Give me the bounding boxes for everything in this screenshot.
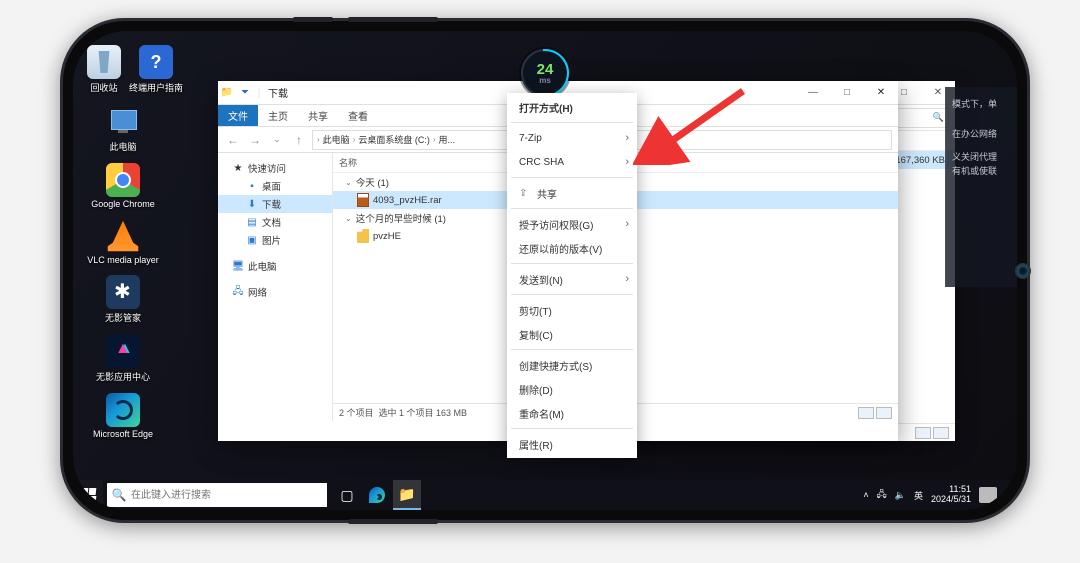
menu-open-with[interactable]: 打开方式(H) (507, 95, 637, 119)
up-button[interactable]: ↑ (290, 133, 308, 147)
star-icon: ★ (232, 162, 244, 174)
notification-icon[interactable] (979, 487, 997, 503)
taskbar-explorer-icon[interactable]: 📁 (393, 480, 421, 510)
clock[interactable]: 11:51 2024/5/31 (931, 485, 971, 505)
forward-button[interactable]: → (246, 133, 264, 147)
taskbar-search[interactable]: 🔍 (107, 483, 327, 507)
network-icon[interactable]: 🖧 (877, 487, 887, 503)
document-icon: ▤ (246, 216, 258, 228)
search-input[interactable] (131, 483, 327, 507)
menu-cut[interactable]: 剪切(T) (507, 298, 637, 322)
desktop-icon: ▪ (246, 180, 258, 192)
latency-indicator: 24 ms (521, 49, 569, 97)
sidebar-item-desktop[interactable]: ▪桌面 (218, 177, 332, 195)
phone-button (293, 17, 333, 22)
sidebar-item-pictures[interactable]: ▣图片 (218, 231, 332, 249)
side-banner: 模式下，单 在办公网络 义关闭代理 有机或使联 (945, 87, 1017, 287)
menu-create-shortcut[interactable]: 创建快捷方式(S) (507, 353, 637, 377)
network-icon: 🖧 (232, 286, 244, 298)
menu-grant-access[interactable]: 授予访问权限(G) (507, 212, 637, 236)
menu-delete[interactable]: 删除(D) (507, 377, 637, 401)
edge-icon[interactable]: Microsoft Edge (87, 393, 159, 439)
ime-indicator[interactable]: 英 (914, 489, 923, 502)
sidebar-item-downloads[interactable]: ⬇下载 (218, 195, 332, 213)
tab-view[interactable]: 查看 (338, 105, 378, 126)
menu-copy[interactable]: 复制(C) (507, 322, 637, 346)
minimize-button[interactable]: — (796, 81, 830, 105)
menu-properties[interactable]: 属性(R) (507, 432, 637, 456)
sidebar-this-pc[interactable]: 🖥此电脑 (218, 257, 332, 275)
terminal-guide-icon[interactable]: 终端用户指南 (129, 45, 183, 94)
wuying-appcenter-icon[interactable]: 无影应用中心 (87, 334, 159, 383)
menu-restore-prev[interactable]: 还原以前的版本(V) (507, 236, 637, 260)
back-button[interactable]: ← (224, 133, 242, 147)
view-details-icon[interactable] (915, 427, 931, 439)
menu-send-to[interactable]: 发送到(N) (507, 267, 637, 291)
quick-access-icon[interactable]: ⏷ (236, 87, 254, 98)
share-icon: ⇪ (519, 188, 533, 199)
recent-button[interactable]: ⌄ (268, 134, 286, 145)
window-controls: — □ ✕ (796, 81, 898, 105)
start-button[interactable] (73, 480, 103, 510)
close-button[interactable]: ✕ (864, 81, 898, 105)
taskbar[interactable]: 🔍 ▢ 📁 ˄ 🖧 🔈 英 11:51 2024/5/31 (73, 480, 1017, 510)
maximize-button[interactable]: □ (830, 81, 864, 105)
taskbar-edge-icon[interactable] (363, 481, 391, 509)
phone-camera (1015, 263, 1031, 279)
vlc-icon[interactable]: VLC media player (87, 219, 159, 265)
sidebar-item-documents[interactable]: ▤文档 (218, 213, 332, 231)
tab-share[interactable]: 共享 (298, 105, 338, 126)
tray-chevron-icon[interactable]: ˄ (863, 490, 868, 500)
folder-icon: 📁 (218, 87, 236, 98)
phone-frame: 回收站 终端用户指南 此电脑 Google Chrome VLC media p… (60, 18, 1030, 523)
search-icon: 🔍 (107, 488, 131, 502)
pc-icon: 🖥 (232, 260, 244, 272)
sidebar-network[interactable]: 🖧网络 (218, 283, 332, 301)
search-icon: 🔍 (933, 112, 944, 123)
wuying-admin-icon[interactable]: 无影管家 (87, 275, 159, 324)
context-menu[interactable]: 打开方式(H) 7-Zip CRC SHA ⇪共享 授予访问权限(G) 还原以前… (507, 93, 637, 458)
system-tray[interactable]: ˄ 🖧 🔈 英 11:51 2024/5/31 (863, 485, 1017, 505)
picture-icon: ▣ (246, 234, 258, 246)
view-details-icon[interactable] (858, 407, 874, 419)
window-title: 下载 (264, 85, 292, 100)
tab-home[interactable]: 主页 (258, 105, 298, 126)
tab-file[interactable]: 文件 (218, 105, 258, 126)
menu-rename[interactable]: 重命名(M) (507, 401, 637, 425)
sidebar-quick-access[interactable]: ★快速访问 (218, 159, 332, 177)
windows-icon (81, 488, 95, 502)
phone-button (348, 519, 438, 524)
this-pc-icon[interactable]: 此电脑 (87, 104, 159, 153)
remote-desktop[interactable]: 回收站 终端用户指南 此电脑 Google Chrome VLC media p… (73, 31, 1017, 510)
phone-button (348, 17, 438, 22)
recycle-bin-icon[interactable]: 回收站 (87, 45, 121, 94)
download-icon: ⬇ (246, 198, 258, 210)
menu-7zip[interactable]: 7-Zip (507, 126, 637, 150)
menu-crc-sha[interactable]: CRC SHA (507, 150, 637, 174)
menu-share[interactable]: ⇪共享 (507, 181, 637, 205)
folder-icon (357, 229, 369, 243)
view-large-icon[interactable] (876, 407, 892, 419)
sidebar: ★快速访问 ▪桌面 ⬇下载 ▤文档 ▣图片 🖥此电脑 🖧网络 (218, 153, 333, 421)
volume-icon[interactable]: 🔈 (895, 490, 906, 501)
rar-icon (357, 193, 369, 207)
task-view-button[interactable]: ▢ (333, 481, 361, 509)
view-large-icon[interactable] (933, 427, 949, 439)
chrome-icon[interactable]: Google Chrome (87, 163, 159, 209)
desktop-icons: 回收站 终端用户指南 此电脑 Google Chrome VLC media p… (87, 45, 159, 449)
